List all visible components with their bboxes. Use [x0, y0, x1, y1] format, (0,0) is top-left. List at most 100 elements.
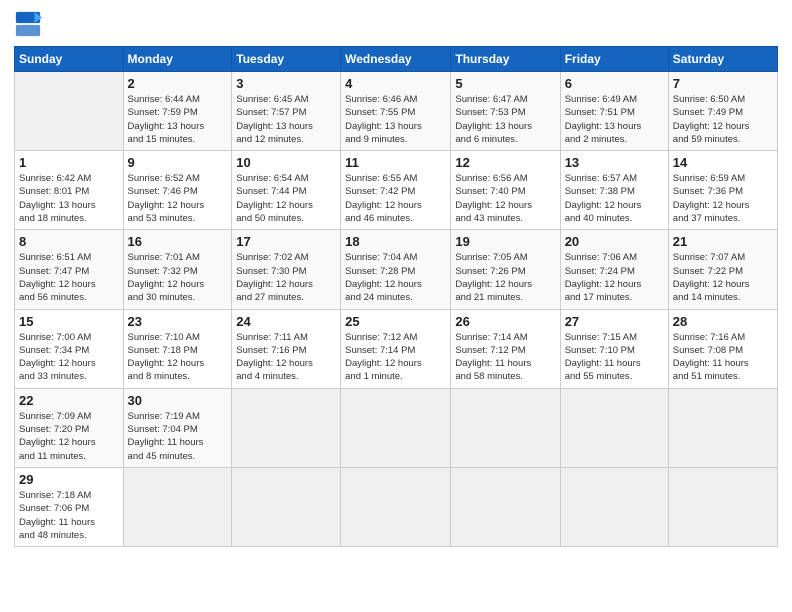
day-info: Sunrise: 7:04 AM Sunset: 7:28 PM Dayligh… [345, 251, 446, 304]
day-header-friday: Friday [560, 47, 668, 72]
calendar-cell [341, 388, 451, 467]
calendar-cell: 4 Sunrise: 6:46 AM Sunset: 7:55 PM Daylig… [341, 72, 451, 151]
day-number: 20 [565, 234, 664, 249]
calendar-cell: 8Sunrise: 6:51 AM Sunset: 7:47 PM Daylig… [15, 230, 124, 309]
day-header-thursday: Thursday [451, 47, 560, 72]
calendar-cell [232, 388, 341, 467]
calendar-cell: 28 Sunrise: 7:16 AM Sunset: 7:08 PM Dayli… [668, 309, 777, 388]
calendar-cell: 27 Sunrise: 7:15 AM Sunset: 7:10 PM Dayli… [560, 309, 668, 388]
day-info: Sunrise: 6:45 AM Sunset: 7:57 PM Dayligh… [236, 93, 336, 146]
day-info: Sunrise: 6:52 AM Sunset: 7:46 PM Dayligh… [128, 172, 228, 225]
day-info: Sunrise: 6:55 AM Sunset: 7:42 PM Dayligh… [345, 172, 446, 225]
day-info: Sunrise: 7:05 AM Sunset: 7:26 PM Dayligh… [455, 251, 555, 304]
day-info: Sunrise: 7:15 AM Sunset: 7:10 PM Dayligh… [565, 331, 664, 384]
day-info: Sunrise: 7:18 AM Sunset: 7:06 PM Dayligh… [19, 489, 119, 542]
day-number: 14 [673, 155, 773, 170]
day-info: Sunrise: 7:09 AM Sunset: 7:20 PM Dayligh… [19, 410, 119, 463]
calendar-row: 15 Sunrise: 7:00 AM Sunset: 7:34 PM Dayli… [15, 309, 778, 388]
day-info: Sunrise: 6:49 AM Sunset: 7:51 PM Dayligh… [565, 93, 664, 146]
calendar-cell [232, 467, 341, 546]
day-number: 30 [128, 393, 228, 408]
day-info: Sunrise: 7:02 AM Sunset: 7:30 PM Dayligh… [236, 251, 336, 304]
day-info: Sunrise: 7:19 AM Sunset: 7:04 PM Dayligh… [128, 410, 228, 463]
day-number: 16 [128, 234, 228, 249]
logo-icon [14, 10, 42, 38]
day-number: 26 [455, 314, 555, 329]
day-info: Sunrise: 6:56 AM Sunset: 7:40 PM Dayligh… [455, 172, 555, 225]
calendar-cell: 29 Sunrise: 7:18 AM Sunset: 7:06 PM Dayli… [15, 467, 124, 546]
day-header-saturday: Saturday [668, 47, 777, 72]
day-number: 28 [673, 314, 773, 329]
day-number: 22 [19, 393, 119, 408]
day-number: 5 [455, 76, 555, 91]
day-info: Sunrise: 6:50 AM Sunset: 7:49 PM Dayligh… [673, 93, 773, 146]
calendar-cell: 10 Sunrise: 6:54 AM Sunset: 7:44 PM Dayli… [232, 151, 341, 230]
calendar-cell [560, 388, 668, 467]
day-info: Sunrise: 6:44 AM Sunset: 7:59 PM Dayligh… [128, 93, 228, 146]
day-info: Sunrise: 7:00 AM Sunset: 7:34 PM Dayligh… [19, 331, 119, 384]
day-header-monday: Monday [123, 47, 232, 72]
calendar-cell: 26 Sunrise: 7:14 AM Sunset: 7:12 PM Dayli… [451, 309, 560, 388]
day-number: 13 [565, 155, 664, 170]
day-number: 23 [128, 314, 228, 329]
day-number: 4 [345, 76, 446, 91]
calendar-cell: 1Sunrise: 6:42 AM Sunset: 8:01 PM Daylig… [15, 151, 124, 230]
day-info: Sunrise: 6:47 AM Sunset: 7:53 PM Dayligh… [455, 93, 555, 146]
day-header-sunday: Sunday [15, 47, 124, 72]
day-number: 25 [345, 314, 446, 329]
calendar-row: 8Sunrise: 6:51 AM Sunset: 7:47 PM Daylig… [15, 230, 778, 309]
day-info: Sunrise: 7:14 AM Sunset: 7:12 PM Dayligh… [455, 331, 555, 384]
calendar-row: 22 Sunrise: 7:09 AM Sunset: 7:20 PM Dayli… [15, 388, 778, 467]
day-number: 12 [455, 155, 555, 170]
calendar-cell: 18 Sunrise: 7:04 AM Sunset: 7:28 PM Dayli… [341, 230, 451, 309]
day-info: Sunrise: 7:11 AM Sunset: 7:16 PM Dayligh… [236, 331, 336, 384]
calendar-body: 2 Sunrise: 6:44 AM Sunset: 7:59 PM Daylig… [15, 72, 778, 547]
day-info: Sunrise: 7:12 AM Sunset: 7:14 PM Dayligh… [345, 331, 446, 384]
day-header-tuesday: Tuesday [232, 47, 341, 72]
day-info: Sunrise: 6:42 AM Sunset: 8:01 PM Dayligh… [19, 172, 119, 225]
day-number: 10 [236, 155, 336, 170]
day-info: Sunrise: 7:07 AM Sunset: 7:22 PM Dayligh… [673, 251, 773, 304]
calendar-cell [15, 72, 124, 151]
calendar-cell: 22 Sunrise: 7:09 AM Sunset: 7:20 PM Dayli… [15, 388, 124, 467]
day-number: 27 [565, 314, 664, 329]
day-info: Sunrise: 7:10 AM Sunset: 7:18 PM Dayligh… [128, 331, 228, 384]
calendar-row: 29 Sunrise: 7:18 AM Sunset: 7:06 PM Dayli… [15, 467, 778, 546]
calendar-cell: 9 Sunrise: 6:52 AM Sunset: 7:46 PM Daylig… [123, 151, 232, 230]
day-number: 8 [19, 234, 119, 249]
calendar-cell: 7Sunrise: 6:50 AM Sunset: 7:49 PM Daylig… [668, 72, 777, 151]
day-info: Sunrise: 6:59 AM Sunset: 7:36 PM Dayligh… [673, 172, 773, 225]
day-info: Sunrise: 6:46 AM Sunset: 7:55 PM Dayligh… [345, 93, 446, 146]
day-number: 29 [19, 472, 119, 487]
calendar-cell: 23 Sunrise: 7:10 AM Sunset: 7:18 PM Dayli… [123, 309, 232, 388]
calendar-cell [341, 467, 451, 546]
calendar-cell: 24 Sunrise: 7:11 AM Sunset: 7:16 PM Dayli… [232, 309, 341, 388]
day-info: Sunrise: 7:16 AM Sunset: 7:08 PM Dayligh… [673, 331, 773, 384]
calendar-header-row: SundayMondayTuesdayWednesdayThursdayFrid… [15, 47, 778, 72]
calendar-cell: 30 Sunrise: 7:19 AM Sunset: 7:04 PM Dayli… [123, 388, 232, 467]
calendar-cell: 15 Sunrise: 7:00 AM Sunset: 7:34 PM Dayli… [15, 309, 124, 388]
day-number: 18 [345, 234, 446, 249]
calendar-row: 2 Sunrise: 6:44 AM Sunset: 7:59 PM Daylig… [15, 72, 778, 151]
day-number: 24 [236, 314, 336, 329]
calendar-cell: 3Sunrise: 6:45 AM Sunset: 7:57 PM Daylig… [232, 72, 341, 151]
calendar-cell: 19 Sunrise: 7:05 AM Sunset: 7:26 PM Dayli… [451, 230, 560, 309]
day-info: Sunrise: 6:54 AM Sunset: 7:44 PM Dayligh… [236, 172, 336, 225]
logo [14, 10, 46, 38]
day-number: 15 [19, 314, 119, 329]
calendar-cell [560, 467, 668, 546]
calendar-cell: 17Sunrise: 7:02 AM Sunset: 7:30 PM Dayli… [232, 230, 341, 309]
calendar-cell: 25 Sunrise: 7:12 AM Sunset: 7:14 PM Dayli… [341, 309, 451, 388]
calendar-cell: 13Sunrise: 6:57 AM Sunset: 7:38 PM Dayli… [560, 151, 668, 230]
calendar-cell [451, 467, 560, 546]
day-number: 11 [345, 155, 446, 170]
day-info: Sunrise: 7:01 AM Sunset: 7:32 PM Dayligh… [128, 251, 228, 304]
calendar-cell: 11 Sunrise: 6:55 AM Sunset: 7:42 PM Dayli… [341, 151, 451, 230]
day-number: 9 [128, 155, 228, 170]
calendar-cell: 2 Sunrise: 6:44 AM Sunset: 7:59 PM Daylig… [123, 72, 232, 151]
calendar-cell: 21Sunrise: 7:07 AM Sunset: 7:22 PM Dayli… [668, 230, 777, 309]
calendar-cell [668, 388, 777, 467]
day-number: 2 [128, 76, 228, 91]
calendar-cell [123, 467, 232, 546]
day-number: 19 [455, 234, 555, 249]
